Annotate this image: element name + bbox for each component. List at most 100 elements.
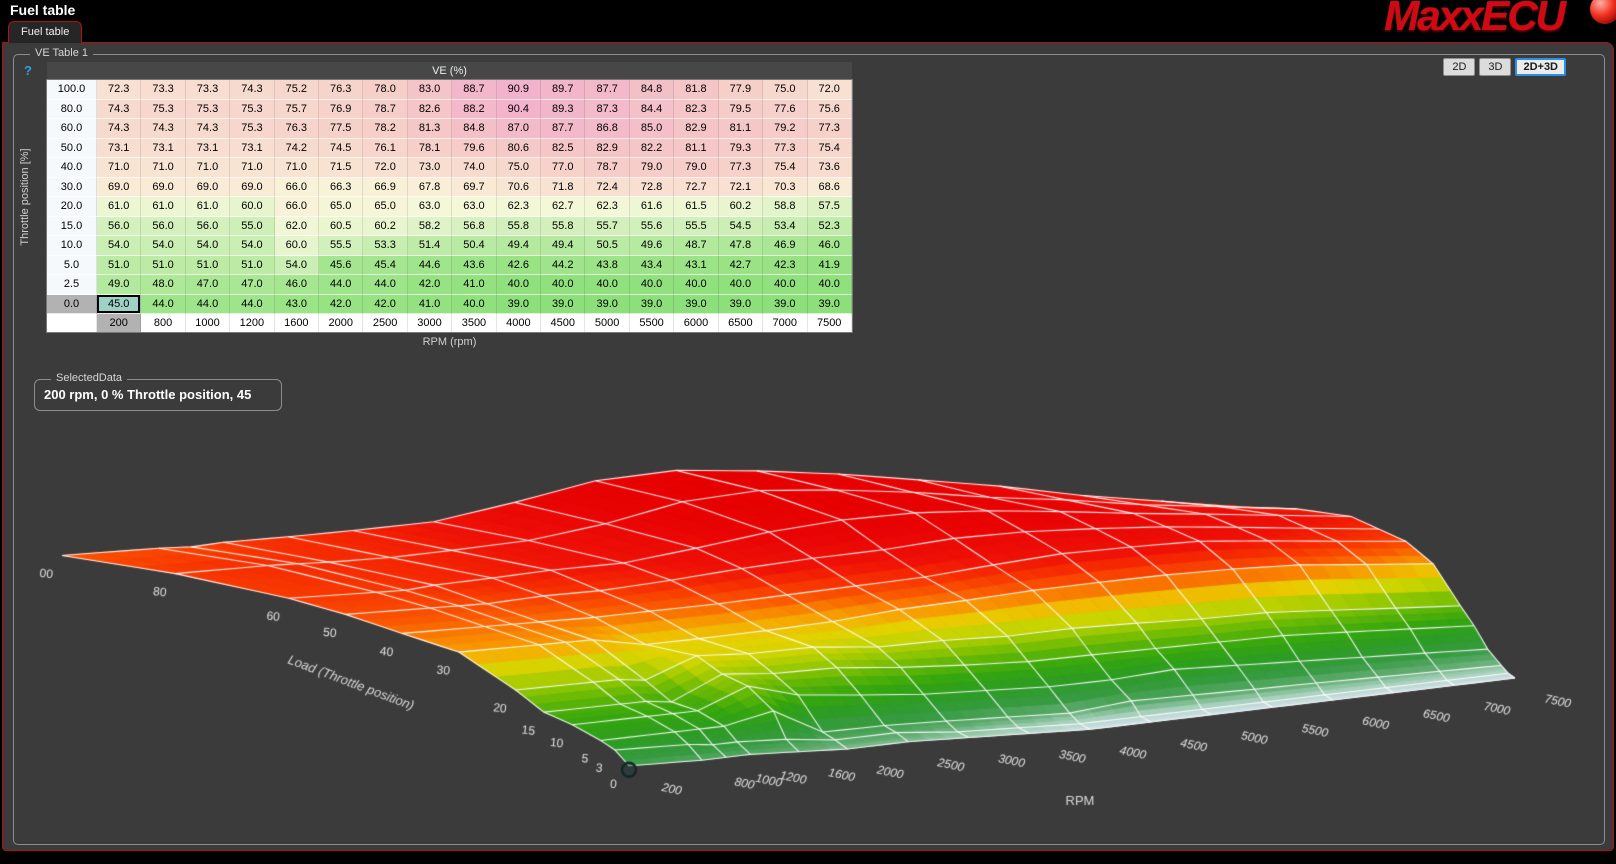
ve-cell[interactable]: 79.6 [452,139,496,159]
ve-cell[interactable]: 48.0 [141,275,185,295]
ve-cell[interactable]: 46.0 [275,275,319,295]
ve-cell[interactable]: 89.3 [541,100,585,120]
col-header[interactable]: 1200 [230,314,274,332]
ve-cell[interactable]: 49.6 [630,236,674,256]
ve-cell[interactable]: 43.6 [452,256,496,276]
ve-cell[interactable]: 88.2 [452,100,496,120]
ve-cell[interactable]: 74.3 [141,119,185,139]
row-header[interactable]: 50.0 [47,139,97,159]
row-header[interactable]: 80.0 [47,100,97,120]
ve-cell[interactable]: 72.8 [630,178,674,198]
ve-cell[interactable]: 87.7 [541,119,585,139]
ve-cell[interactable]: 55.7 [585,217,629,237]
ve-cell[interactable]: 56.0 [186,217,230,237]
ve-cell[interactable]: 77.9 [719,80,763,100]
ve-cell[interactable]: 40.0 [630,275,674,295]
ve-cell[interactable]: 60.2 [363,217,407,237]
ve-cell[interactable]: 50.4 [452,236,496,256]
ve-cell[interactable]: 77.3 [763,139,807,159]
ve-cell[interactable]: 78.2 [363,119,407,139]
ve-cell[interactable]: 75.3 [230,100,274,120]
ve-cell[interactable]: 44.0 [230,295,274,315]
ve-cell[interactable]: 55.6 [630,217,674,237]
ve-cell[interactable]: 74.5 [319,139,363,159]
ve-cell[interactable]: 73.1 [230,139,274,159]
ve-cell[interactable]: 78.0 [363,80,407,100]
ve-cell[interactable]: 81.1 [674,139,718,159]
ve-cell[interactable]: 70.3 [763,178,807,198]
row-header[interactable]: 2.5 [47,275,97,295]
ve-cell[interactable]: 54.5 [719,217,763,237]
ve-cell[interactable]: 76.3 [319,80,363,100]
ve-cell[interactable]: 49.4 [541,236,585,256]
ve-cell[interactable]: 82.6 [408,100,452,120]
ve-cell[interactable]: 71.5 [319,158,363,178]
ve-cell[interactable]: 74.3 [230,80,274,100]
ve-cell[interactable]: 55.5 [674,217,718,237]
ve-cell[interactable]: 90.4 [497,100,541,120]
ve-cell[interactable]: 39.0 [808,295,852,315]
ve-cell[interactable]: 81.8 [674,80,718,100]
ve-cell[interactable]: 69.0 [186,178,230,198]
ve-cell[interactable]: 77.3 [808,119,852,139]
ve-cell[interactable]: 39.0 [630,295,674,315]
ve-cell[interactable]: 72.4 [585,178,629,198]
ve-cell[interactable]: 72.3 [97,80,141,100]
col-header[interactable]: 1000 [186,314,230,332]
ve-cell[interactable]: 78.1 [408,139,452,159]
ve-cell[interactable]: 75.3 [186,100,230,120]
ve-cell[interactable]: 51.0 [186,256,230,276]
ve-cell[interactable]: 43.8 [585,256,629,276]
ve-cell[interactable]: 51.0 [141,256,185,276]
ve-cell[interactable]: 39.0 [719,295,763,315]
ve-cell[interactable]: 44.0 [141,295,185,315]
ve-cell[interactable]: 84.8 [630,80,674,100]
ve-cell[interactable]: 87.0 [497,119,541,139]
ve-cell[interactable]: 65.0 [319,197,363,217]
ve-cell[interactable]: 90.9 [497,80,541,100]
ve-cell[interactable]: 66.9 [363,178,407,198]
ve-cell[interactable]: 75.7 [275,100,319,120]
ve-cell[interactable]: 71.0 [275,158,319,178]
ve-cell[interactable]: 54.0 [97,236,141,256]
surface-3d-view[interactable] [14,413,1616,863]
ve-cell[interactable]: 40.0 [674,275,718,295]
ve-cell[interactable]: 62.3 [497,197,541,217]
ve-cell[interactable]: 87.7 [585,80,629,100]
ve-cell[interactable]: 55.5 [319,236,363,256]
ve-cell[interactable]: 56.8 [452,217,496,237]
ve-cell[interactable]: 46.9 [763,236,807,256]
ve-cell[interactable]: 51.4 [408,236,452,256]
col-header[interactable]: 200 [97,314,141,332]
ve-cell[interactable]: 65.0 [363,197,407,217]
ve-cell[interactable]: 41.0 [408,295,452,315]
ve-cell[interactable]: 79.2 [763,119,807,139]
ve-cell[interactable]: 71.0 [97,158,141,178]
col-header[interactable]: 1600 [275,314,319,332]
ve-cell[interactable]: 42.0 [363,295,407,315]
ve-cell[interactable]: 81.1 [719,119,763,139]
ve-cell[interactable]: 44.0 [363,275,407,295]
ve-cell[interactable]: 73.0 [408,158,452,178]
ve-cell[interactable]: 60.0 [275,236,319,256]
ve-cell[interactable]: 75.0 [763,80,807,100]
ve-cell[interactable]: 55.8 [541,217,585,237]
ve-cell[interactable]: 53.4 [763,217,807,237]
ve-cell[interactable]: 54.0 [186,236,230,256]
ve-cell[interactable]: 61.5 [674,197,718,217]
ve-cell[interactable]: 41.9 [808,256,852,276]
col-header[interactable]: 6000 [674,314,718,332]
ve-cell[interactable]: 81.3 [408,119,452,139]
ve-cell[interactable]: 42.7 [719,256,763,276]
ve-cell[interactable]: 75.4 [808,139,852,159]
ve-cell[interactable]: 39.0 [541,295,585,315]
ve-cell[interactable]: 42.6 [497,256,541,276]
ve-cell[interactable]: 53.3 [363,236,407,256]
ve-cell[interactable]: 69.0 [97,178,141,198]
col-header[interactable]: 800 [141,314,185,332]
ve-cell[interactable]: 71.8 [541,178,585,198]
ve-cell[interactable]: 74.3 [97,119,141,139]
ve-cell[interactable]: 84.4 [630,100,674,120]
ve-cell[interactable]: 66.0 [275,178,319,198]
col-header[interactable]: 2000 [319,314,363,332]
